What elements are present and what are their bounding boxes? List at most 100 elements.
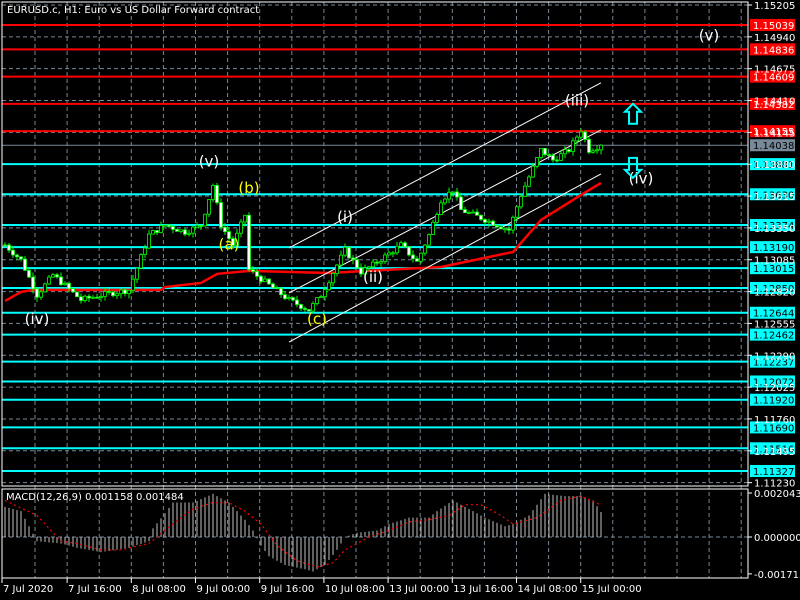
wave-label: (ii) <box>363 268 383 286</box>
support-price-label: 1.12462 <box>753 331 794 342</box>
bear-candle <box>87 295 91 299</box>
bear-candle <box>171 226 175 230</box>
bull-candle <box>239 221 243 234</box>
bear-candle <box>223 226 227 233</box>
bull-candle <box>531 165 535 178</box>
bear-candle <box>355 259 359 269</box>
price-chart[interactable]: (iv)(v)(b)(a)(c)(i)(ii)(iii)(iv)(v) 1.15… <box>0 0 800 600</box>
bull-candle <box>523 185 527 197</box>
bear-candle <box>71 288 75 293</box>
price-tick-label: 1.12290 <box>754 351 795 362</box>
time-label: 13 Jul 16:00 <box>453 584 513 595</box>
bear-candle <box>271 283 275 289</box>
bear-candle <box>155 230 159 233</box>
wave-labels: (iv)(v)(b)(a)(c)(i)(ii)(iii)(iv)(v) <box>25 26 720 328</box>
bull-candle <box>103 291 107 297</box>
support-price-label: 1.11920 <box>753 396 794 407</box>
bull-candle <box>343 246 347 256</box>
bull-candle <box>335 264 339 274</box>
arrows <box>622 102 644 180</box>
bull-candle <box>263 278 267 283</box>
bull-candle <box>595 149 599 152</box>
time-label: 10 Jul 08:00 <box>325 584 385 595</box>
time-label: 15 Jul 00:00 <box>582 584 642 595</box>
bear-candle <box>495 225 499 228</box>
price-tick-label: 1.11760 <box>754 415 795 426</box>
wave-label: (c) <box>307 310 327 328</box>
bear-candle <box>499 226 503 230</box>
bull-candle <box>379 261 383 264</box>
macd-tick-label: 0.002043 <box>754 489 800 500</box>
bull-candle <box>383 254 387 262</box>
time-label: 9 Jul 16:00 <box>261 584 315 595</box>
price-tick-label: 1.11495 <box>754 447 795 458</box>
bull-candle <box>511 216 515 231</box>
bull-candle <box>39 291 43 298</box>
bear-candle <box>67 283 71 290</box>
arrow-up-icon <box>622 102 644 125</box>
resistance-price-label: 1.15039 <box>753 21 794 32</box>
bull-candle <box>63 283 67 286</box>
bear-candle <box>175 229 179 232</box>
bull-candle <box>315 297 319 304</box>
bull-candle <box>503 228 507 231</box>
bear-candle <box>251 269 255 272</box>
bull-candle <box>195 225 199 228</box>
chart-title: EURUSD.c, H1: Euro vs US Dollar Forward … <box>7 5 259 16</box>
bull-candle <box>579 131 583 138</box>
bear-candle <box>279 287 283 296</box>
bear-candle <box>551 154 555 161</box>
bull-candle <box>327 282 331 291</box>
bear-candle <box>59 276 63 286</box>
bear-candle <box>583 131 587 140</box>
bear-candle <box>411 254 415 259</box>
bear-candle <box>507 228 511 231</box>
time-label: 9 Jul 00:00 <box>197 584 251 595</box>
bull-candle <box>135 267 139 280</box>
bear-candle <box>475 211 479 216</box>
bull-candle <box>323 289 327 298</box>
bear-candle <box>107 291 111 293</box>
price-tick-label: 1.14675 <box>754 65 795 76</box>
bull-candle <box>159 225 163 233</box>
bear-candle <box>183 229 187 235</box>
bear-candle <box>275 287 279 290</box>
price-tick-label: 1.11230 <box>754 479 795 490</box>
bear-candle <box>347 246 351 259</box>
time-label: 14 Jul 08:00 <box>518 584 578 595</box>
time-axis: 7 Jul 2020 7 Jul 16:00 8 Jul 08:00 9 Jul 00… <box>1 578 642 595</box>
bull-candle <box>443 198 447 204</box>
bear-candle <box>483 219 487 223</box>
bull-candle <box>371 261 375 268</box>
bull-candle <box>43 283 47 293</box>
bull-candle <box>515 206 519 218</box>
price-tick-label: 1.14940 <box>754 33 795 44</box>
bear-candle <box>111 291 115 297</box>
bear-candle <box>555 159 559 162</box>
bull-candle <box>391 252 395 255</box>
bear-candle <box>255 271 259 277</box>
wave-label: (v) <box>199 153 220 171</box>
bull-candle <box>287 297 291 300</box>
bear-candle <box>259 275 263 283</box>
bear-candle <box>167 224 171 227</box>
bear-candle <box>283 294 287 300</box>
bull-candle <box>591 150 595 153</box>
price-tick-label: 1.13880 <box>754 160 795 171</box>
bull-candle <box>131 278 135 291</box>
bull-candle <box>151 230 155 235</box>
moving-average <box>4 181 602 303</box>
bear-candle <box>75 291 79 298</box>
bear-candle <box>215 184 219 203</box>
price-tick-label: 1.15205 <box>754 1 795 12</box>
bear-candle <box>407 246 411 256</box>
bull-candle <box>115 293 119 297</box>
macd-panel <box>2 493 748 572</box>
bear-candle <box>35 288 39 298</box>
price-tick-label: 1.12820 <box>754 288 795 299</box>
wave-label: (iv) <box>25 310 50 328</box>
bear-candle <box>567 149 571 152</box>
bear-candle <box>267 278 271 285</box>
bull-candle <box>99 295 103 298</box>
bull-candle <box>431 221 435 235</box>
